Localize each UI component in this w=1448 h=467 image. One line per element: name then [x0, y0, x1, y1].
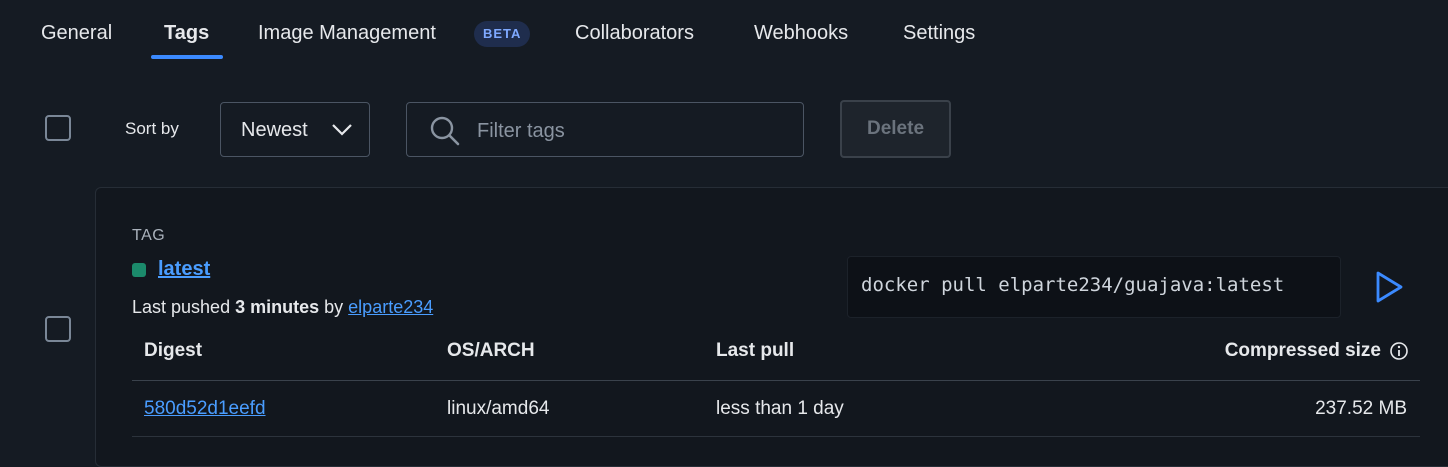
- pushed-user-link[interactable]: elparte234: [348, 297, 433, 317]
- info-icon[interactable]: [1389, 341, 1409, 361]
- column-header-last-pull: Last pull: [716, 340, 795, 361]
- active-tab-indicator: [151, 55, 223, 59]
- tag-section-label: TAG: [132, 227, 166, 244]
- tab-settings[interactable]: Settings: [903, 22, 975, 45]
- last-pushed-info: Last pushed 3 minutes by elparte234: [132, 297, 433, 318]
- sort-value: Newest: [241, 119, 308, 141]
- tab-image-management[interactable]: Image Management: [258, 22, 436, 45]
- table-header-divider: [132, 380, 1420, 381]
- sort-label: Sort by: [125, 119, 179, 138]
- search-icon: [430, 116, 460, 146]
- delete-button[interactable]: Delete: [840, 100, 951, 158]
- column-header-compressed-size: Compressed size: [1224, 340, 1381, 361]
- tab-tags[interactable]: Tags: [164, 22, 209, 45]
- last-pull-value: less than 1 day: [716, 398, 844, 419]
- sort-select[interactable]: Newest: [220, 102, 370, 157]
- tag-status-indicator: [132, 263, 146, 277]
- pushed-time: 3 minutes: [235, 297, 320, 317]
- column-header-os-arch: OS/ARCH: [447, 340, 535, 361]
- select-all-checkbox[interactable]: [45, 115, 71, 141]
- tag-name-link[interactable]: latest: [158, 258, 210, 281]
- column-header-digest: Digest: [144, 340, 203, 361]
- tab-webhooks[interactable]: Webhooks: [754, 22, 848, 45]
- compressed-size-value: 237.52 MB: [1315, 398, 1407, 419]
- pushed-prefix: Last pushed: [132, 297, 231, 317]
- pushed-by-word: by: [324, 297, 344, 317]
- table-row-divider: [132, 436, 1420, 437]
- beta-badge: BETA: [474, 21, 531, 47]
- os-arch-value: linux/amd64: [447, 398, 550, 419]
- pull-command-box[interactable]: docker pull elparte234/guajava:latest: [847, 256, 1341, 318]
- pull-command-text: docker pull elparte234/guajava:latest: [861, 274, 1285, 296]
- chevron-down-icon: [332, 124, 352, 136]
- filter-tags-field: [406, 102, 804, 157]
- tag-card: [95, 187, 1448, 467]
- tab-general[interactable]: General: [41, 22, 112, 45]
- tab-collaborators[interactable]: Collaborators: [575, 22, 694, 45]
- filter-tags-input[interactable]: [475, 111, 789, 151]
- play-icon[interactable]: [1374, 270, 1404, 304]
- tag-row-checkbox[interactable]: [45, 316, 71, 342]
- tab-bar: General Tags Image Management BETA Colla…: [0, 0, 1448, 60]
- digest-link[interactable]: 580d52d1eefd: [144, 398, 266, 420]
